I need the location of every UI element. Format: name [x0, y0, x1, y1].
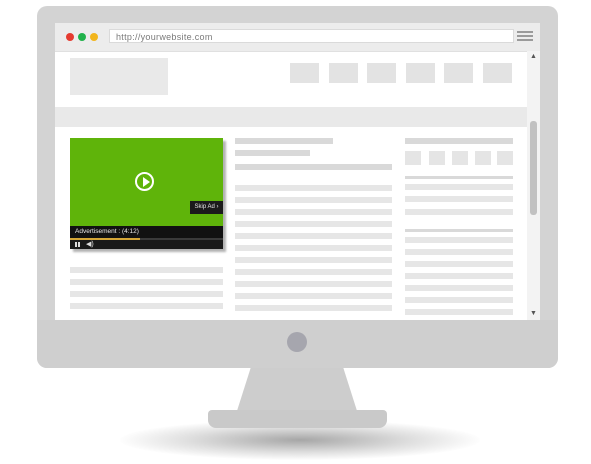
- video-ad-player[interactable]: Skip Ad › Advertisement : (4:12) ◀): [70, 138, 223, 249]
- pause-icon[interactable]: [75, 242, 80, 247]
- article-text-line-4: [235, 221, 392, 227]
- sidebar-divider-1: [405, 176, 513, 179]
- sidebar-thumb-3[interactable]: [452, 151, 468, 165]
- sidebar-line-6: [405, 261, 513, 267]
- article-text-line-1: [235, 185, 392, 191]
- article-text-line-2: [235, 197, 392, 203]
- article-text-line-3: [235, 209, 392, 215]
- menu-icon[interactable]: [517, 31, 533, 43]
- nav-item-5[interactable]: [444, 63, 473, 83]
- article-text-line-11: [235, 305, 392, 311]
- vertical-scrollbar[interactable]: ▲ ▼: [527, 51, 540, 320]
- sidebar-thumb-4[interactable]: [475, 151, 491, 165]
- nav-item-1[interactable]: [290, 63, 319, 83]
- ad-info-label: Advertisement : (4:12): [75, 228, 139, 235]
- scroll-up-arrow-icon[interactable]: ▲: [530, 53, 537, 61]
- sidebar-line-10: [405, 309, 513, 315]
- maximize-window-dot[interactable]: [78, 33, 86, 41]
- article-text-line-10: [235, 293, 392, 299]
- sidebar-line-8: [405, 285, 513, 291]
- scroll-down-arrow-icon[interactable]: ▼: [530, 310, 537, 318]
- scroll-thumb[interactable]: [530, 121, 537, 215]
- article-title-line-1: [235, 138, 333, 144]
- article-text-line-5: [235, 233, 392, 239]
- video-controls: ◀): [70, 240, 223, 249]
- left-text-line-1: [70, 267, 223, 273]
- video-ad-frame[interactable]: Skip Ad ›: [70, 138, 223, 226]
- nav-item-6[interactable]: [483, 63, 512, 83]
- article-text-line-6: [235, 245, 392, 251]
- address-bar[interactable]: http://yourwebsite.com: [109, 29, 514, 43]
- browser-toolbar: http://yourwebsite.com: [55, 23, 540, 52]
- sidebar-divider-2: [405, 229, 513, 232]
- monitor-stand-neck: [236, 368, 358, 414]
- sidebar-line-1: [405, 184, 513, 190]
- left-text-line-2: [70, 279, 223, 285]
- logo-placeholder: [70, 58, 168, 95]
- sidebar-line-2: [405, 196, 513, 202]
- nav-item-3[interactable]: [367, 63, 396, 83]
- skip-ad-button[interactable]: Skip Ad ›: [190, 201, 223, 214]
- sidebar-line-7: [405, 273, 513, 279]
- article-text-line-7: [235, 257, 392, 263]
- article-text-line-8: [235, 269, 392, 275]
- power-button: [287, 332, 307, 352]
- monitor-stand-base: [208, 410, 387, 428]
- left-text-line-4: [70, 303, 223, 309]
- sidebar-thumb-5[interactable]: [497, 151, 513, 165]
- nav-item-2[interactable]: [329, 63, 358, 83]
- article-title-line-2: [235, 150, 310, 156]
- hero-banner: [55, 107, 527, 127]
- article-text-line-9: [235, 281, 392, 287]
- play-icon[interactable]: [135, 172, 154, 191]
- left-text-line-3: [70, 291, 223, 297]
- nav-item-4[interactable]: [406, 63, 435, 83]
- sidebar-line-4: [405, 237, 513, 243]
- minimize-window-dot[interactable]: [90, 33, 98, 41]
- close-window-dot[interactable]: [66, 33, 74, 41]
- sidebar-thumb-2[interactable]: [429, 151, 445, 165]
- sidebar-line-9: [405, 297, 513, 303]
- volume-icon[interactable]: ◀): [86, 240, 94, 249]
- sidebar-line-3: [405, 209, 513, 215]
- monitor-screen: http://yourwebsite.com Skip Ad › Adverti…: [55, 23, 540, 320]
- sidebar-title-line: [405, 138, 513, 144]
- article-subtitle-line: [235, 164, 392, 170]
- sidebar-thumb-1[interactable]: [405, 151, 421, 165]
- sidebar-line-5: [405, 249, 513, 255]
